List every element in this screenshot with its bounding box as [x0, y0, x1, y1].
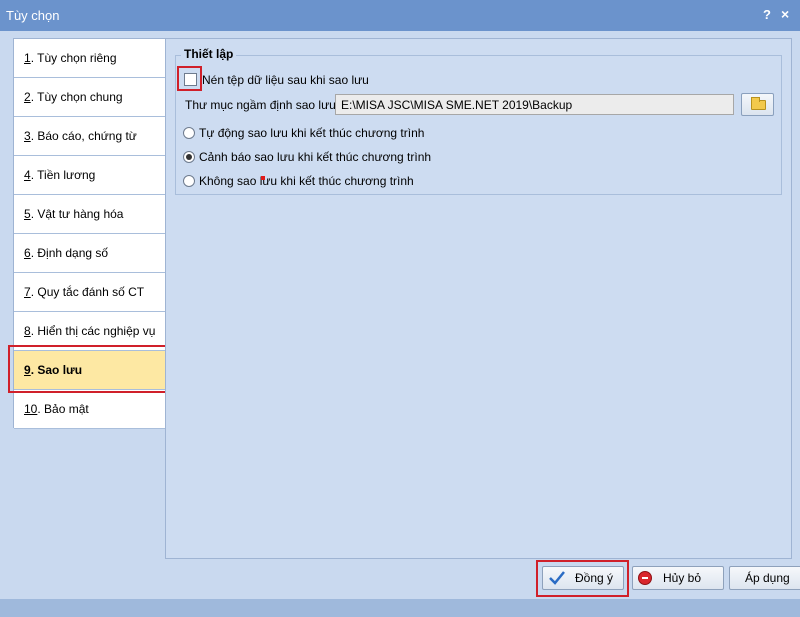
sidebar-item-number: 4 — [24, 168, 31, 182]
radio-warn-backup-label: Cảnh báo sao lưu khi kết thúc chương trì… — [199, 150, 432, 164]
sidebar-item-label: Bảo mật — [40, 402, 89, 416]
sidebar-item-label: Quy tắc đánh số CT — [34, 285, 145, 299]
apply-button[interactable]: Áp dụng — [729, 566, 800, 590]
folder-label: Thư mục ngầm định sao lưu — [185, 98, 336, 112]
sidebar-item-number: 2 — [24, 90, 31, 104]
sidebar-item-label: Báo cáo, chứng từ — [34, 129, 137, 143]
sidebar-item-tuy-chon-rieng[interactable]: 1. Tùy chọn riêng — [14, 39, 165, 78]
apply-label: Áp dụng — [745, 571, 790, 585]
help-icon[interactable]: ? — [763, 7, 771, 22]
cancel-button[interactable]: Hủy bỏ — [632, 566, 724, 590]
sidebar-item-bao-mat[interactable]: 10. Bảo mật — [14, 390, 165, 429]
cancel-label: Hủy bỏ — [663, 571, 702, 585]
radio-no-backup[interactable] — [183, 175, 195, 187]
sidebar-item-number: 1 — [24, 51, 31, 65]
sidebar-item-label: Tiền lương — [34, 168, 96, 182]
sidebar-item-number: 8 — [24, 324, 31, 338]
radio-auto-backup[interactable] — [183, 127, 195, 139]
cancel-icon — [638, 571, 652, 585]
radio-warn-backup[interactable] — [183, 151, 195, 163]
group-title: Thiết lập — [181, 47, 237, 61]
sidebar-item-tien-luong[interactable]: 4. Tiền lương — [14, 156, 165, 195]
sidebar-item-bao-cao[interactable]: 3. Báo cáo, chứng từ — [14, 117, 165, 156]
sidebar-item-dinh-dang-so[interactable]: 6. Định dạng số — [14, 234, 165, 273]
folder-icon — [751, 97, 766, 110]
sidebar-item-tuy-chon-chung[interactable]: 2. Tùy chọn chung — [14, 78, 165, 117]
bottom-strip — [0, 599, 800, 617]
sidebar-item-number: 10 — [24, 402, 38, 416]
highlight-box-sidebar — [8, 345, 174, 393]
sidebar-item-label: Tùy chọn chung — [34, 90, 123, 104]
backup-folder-field[interactable]: E:\MISA JSC\MISA SME.NET 2019\Backup — [335, 94, 734, 115]
sidebar-item-label: Tùy chọn riêng — [34, 51, 117, 65]
cursor-marker — [261, 176, 265, 180]
radio-no-backup-label: Không sao lưu khi kết thúc chương trình — [199, 174, 414, 188]
compress-label: Nén tệp dữ liệu sau khi sao lưu — [202, 73, 369, 87]
browse-folder-button[interactable] — [741, 93, 774, 116]
window-title: Tùy chọn — [6, 8, 60, 23]
sidebar-item-quy-tac[interactable]: 7. Quy tắc đánh số CT — [14, 273, 165, 312]
close-icon[interactable]: × — [781, 6, 789, 22]
highlight-box-checkbox — [177, 66, 202, 91]
sidebar-item-number: 3 — [24, 129, 31, 143]
sidebar-item-label: Định dạng số — [34, 246, 109, 260]
sidebar-item-number: 7 — [24, 285, 31, 299]
sidebar-item-number: 6 — [24, 246, 31, 260]
sidebar-item-vat-tu[interactable]: 5. Vật tư hàng hóa — [14, 195, 165, 234]
highlight-box-ok — [536, 560, 629, 597]
sidebar-item-label: Vật tư hàng hóa — [34, 207, 124, 221]
sidebar-item-label: Hiển thị các nghiệp vụ — [34, 324, 156, 338]
sidebar-item-number: 5 — [24, 207, 31, 221]
radio-auto-backup-label: Tự động sao lưu khi kết thúc chương trìn… — [199, 126, 425, 140]
title-bar: Tùy chọn ? × — [0, 0, 800, 31]
